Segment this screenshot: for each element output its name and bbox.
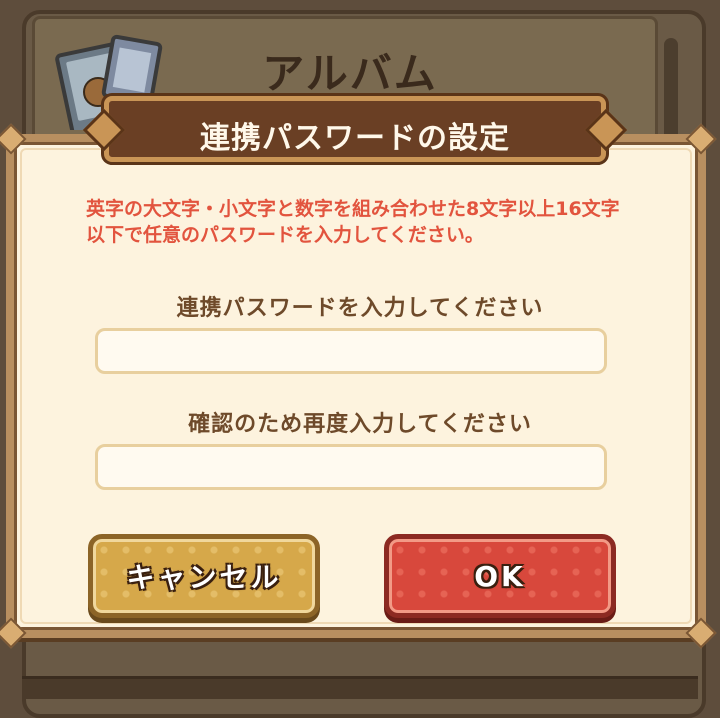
ok-button[interactable]: OK	[384, 534, 616, 618]
password-instruction: 英字の大文字・小文字と数字を組み合わせた8文字以上16文字以下で任意のパスワード…	[86, 198, 620, 246]
confirm-password-label: 確認のため再度入力してください	[188, 412, 532, 437]
cancel-button-label: キャンセル	[126, 561, 282, 594]
album-title: アルバム	[262, 49, 438, 98]
confirm-password-input[interactable]	[95, 444, 607, 490]
password-label: 連携パスワードを入力してください	[176, 296, 544, 321]
dialog-title: 連携パスワードの設定	[200, 121, 510, 156]
password-input[interactable]	[95, 328, 607, 374]
ok-button-label: OK	[474, 559, 526, 593]
cancel-button[interactable]: キャンセル	[88, 534, 320, 618]
dialog-title-plaque: 連携パスワードの設定	[104, 96, 606, 162]
background-bottom-bar	[22, 676, 698, 699]
